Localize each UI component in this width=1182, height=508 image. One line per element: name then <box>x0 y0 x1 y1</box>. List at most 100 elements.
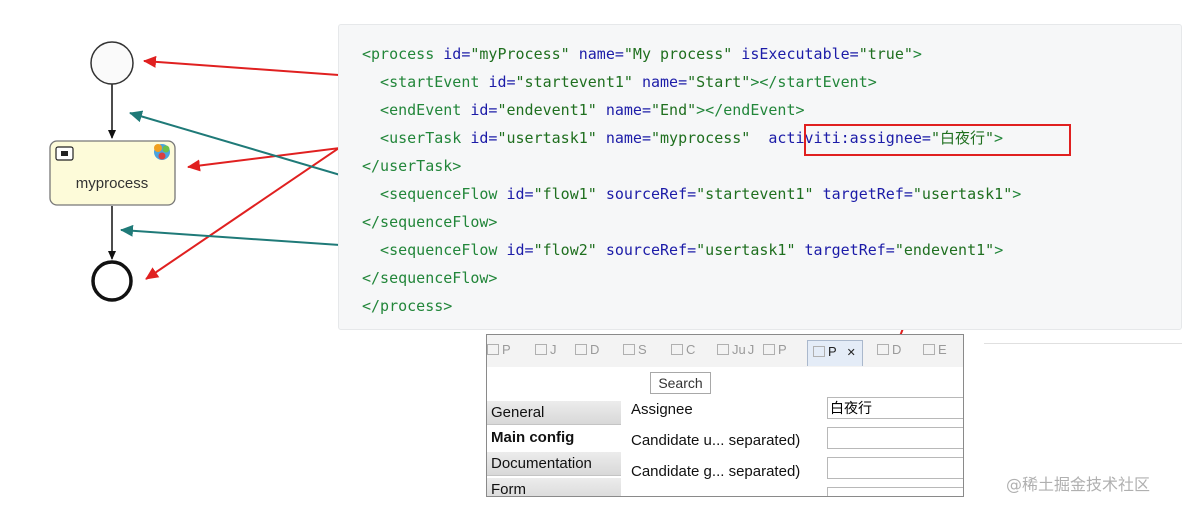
view-tab[interactable]: S <box>623 342 647 362</box>
code-token: ></endEvent> <box>696 101 805 119</box>
sidebar-item-main-config[interactable]: Main config <box>487 426 621 450</box>
code-token: "usertask1" <box>497 129 597 147</box>
code-token: ></startEvent> <box>750 73 877 91</box>
view-tab[interactable]: P <box>763 342 787 362</box>
properties-icon <box>813 346 825 357</box>
user-task-label: myprocess <box>76 175 149 192</box>
view-tab[interactable]: P <box>487 342 511 362</box>
code-token: id= <box>470 129 498 147</box>
code-token: "startevent1" <box>696 185 814 203</box>
code-token: > <box>994 241 1004 259</box>
package-icon <box>487 344 499 355</box>
code-token: "endevent1" <box>894 241 995 259</box>
user-task-icon <box>55 146 74 161</box>
close-icon[interactable]: ✕ <box>847 347 856 359</box>
code-token: "End" <box>651 101 697 119</box>
view-tab-label: C <box>686 342 696 357</box>
view-tab[interactable]: D <box>877 342 901 362</box>
view-tab-label: J <box>747 342 755 357</box>
candidate-users-field[interactable] <box>827 427 963 449</box>
view-tab-label: P <box>828 344 837 359</box>
code-token: "endevent1" <box>497 101 597 119</box>
view-tab[interactable]: C <box>671 342 695 362</box>
code-line: <sequenceFlow id="flow1" sourceRef="star… <box>362 184 1021 204</box>
code-token: id= <box>443 45 471 63</box>
code-line: </sequenceFlow> <box>362 212 497 232</box>
doc-icon <box>575 344 587 355</box>
code-token: "My process" <box>623 45 733 63</box>
code-token: </userTask> <box>362 157 462 175</box>
view-tab-label: S <box>638 342 647 357</box>
console-icon <box>671 344 683 355</box>
code-token: name= <box>569 45 624 63</box>
code-token: <process <box>362 45 444 63</box>
view-tab[interactable]: Ju J <box>717 342 754 362</box>
code-token: > <box>1012 185 1022 203</box>
code-token: "usertask1" <box>696 241 796 259</box>
code-token: sourceRef= <box>596 185 697 203</box>
code-token: targetRef= <box>813 185 913 203</box>
end-event[interactable] <box>91 260 133 302</box>
divider-line <box>984 343 1182 352</box>
code-token: "usertask1" <box>912 185 1013 203</box>
view-tab-prefix: Ju <box>732 342 746 357</box>
assignee-label: Assignee <box>631 401 693 418</box>
watermark: @稀土掘金技术社区 <box>1006 475 1151 494</box>
code-token: "myprocess" <box>651 129 751 147</box>
code-line: </userTask> <box>362 156 461 176</box>
debug-icon <box>877 344 889 355</box>
view-tab[interactable]: D <box>575 342 599 362</box>
candidate-users-label: Candidate u... separated) <box>631 432 801 449</box>
progress-icon <box>763 344 775 355</box>
view-tab[interactable]: J <box>535 342 557 362</box>
code-token: "startevent1" <box>515 73 633 91</box>
listener-gear-icon <box>154 144 170 160</box>
view-tab[interactable]: P ✕ <box>807 340 863 366</box>
candidate-groups-label: Candidate g... separated) <box>631 463 801 480</box>
view-tab-label: D <box>892 342 902 357</box>
code-token: <userTask <box>362 129 471 147</box>
code-token: <sequenceFlow <box>362 241 507 259</box>
error-icon <box>923 344 935 355</box>
sidebar-item-general[interactable]: General <box>487 401 621 425</box>
at-icon <box>535 344 547 355</box>
assignee-highlight-box <box>804 124 1071 156</box>
code-token: targetRef= <box>795 241 895 259</box>
next-field[interactable] <box>827 487 963 496</box>
rocket-icon <box>623 344 635 355</box>
view-tab-label: D <box>590 342 600 357</box>
sidebar-item-form[interactable]: Form <box>487 478 621 496</box>
code-token: "myProcess" <box>470 45 570 63</box>
candidate-groups-field[interactable] <box>827 457 963 479</box>
code-line: <endEvent id="endevent1" name="End"></en… <box>362 100 805 120</box>
sidebar-item-documentation[interactable]: Documentation <box>487 452 621 476</box>
code-token: </sequenceFlow> <box>362 213 498 231</box>
view-tab-label: P <box>778 342 787 357</box>
code-token: isExecutable= <box>732 45 859 63</box>
properties-panel: P J D S C Ju J P P ✕ D E Search General Main config… <box>486 334 964 497</box>
code-token: <startEvent <box>362 73 489 91</box>
code-token: name= <box>596 129 651 147</box>
code-token: sourceRef= <box>596 241 697 259</box>
xml-code-block: <process id="myProcess" name="My process… <box>338 24 1182 330</box>
view-tab-label: J <box>550 342 557 357</box>
code-token: id= <box>506 185 534 203</box>
view-tab-label: E <box>938 342 947 357</box>
code-line: <sequenceFlow id="flow2" sourceRef="user… <box>362 240 1003 260</box>
view-tab[interactable]: E <box>923 342 947 362</box>
code-token: name= <box>632 73 688 91</box>
view-tab-bar: P J D S C Ju J P P ✕ D E <box>487 335 963 367</box>
code-token: name= <box>596 101 651 119</box>
code-token: id= <box>470 101 498 119</box>
code-token: "Start" <box>687 73 751 91</box>
junit-icon <box>717 344 729 355</box>
code-token: id= <box>506 241 534 259</box>
assignee-field[interactable]: 白夜行 <box>827 397 963 419</box>
code-token: "true" <box>858 45 913 63</box>
start-event[interactable] <box>90 41 134 85</box>
code-token: > <box>912 45 922 63</box>
search-button[interactable]: Search <box>650 372 711 394</box>
code-line: </sequenceFlow> <box>362 268 497 288</box>
code-line: </process> <box>362 296 452 316</box>
